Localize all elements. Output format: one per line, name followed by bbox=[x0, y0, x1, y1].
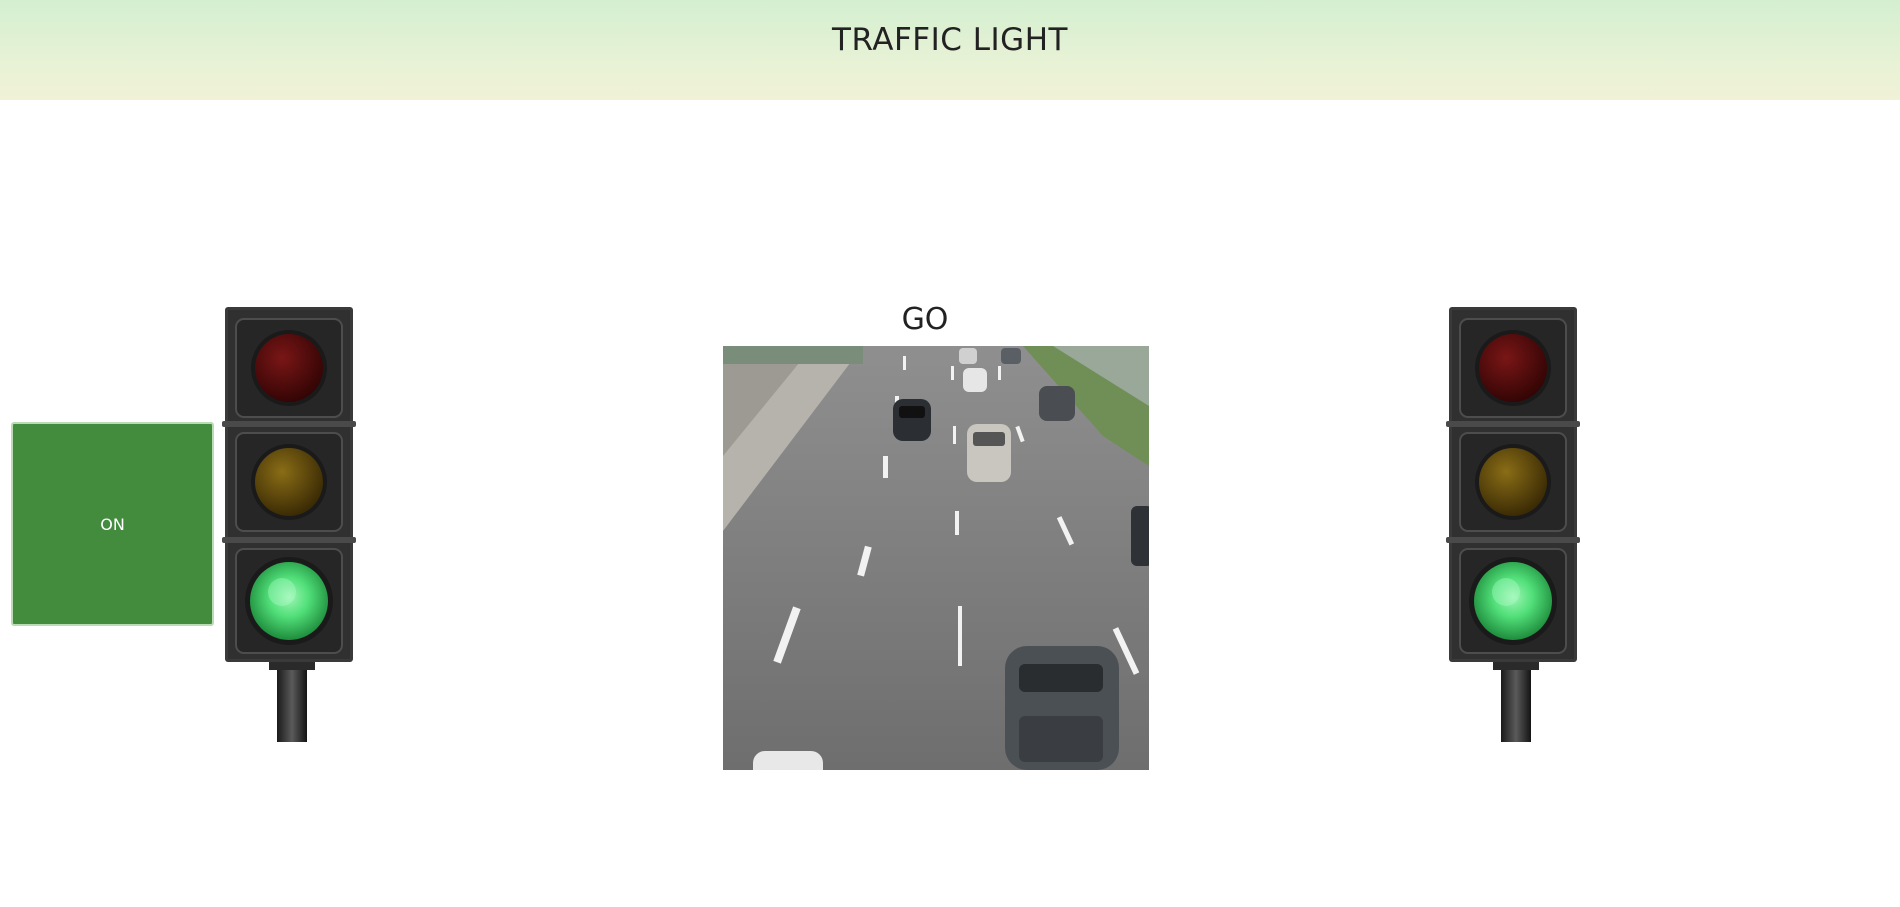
page-title: TRAFFIC LIGHT bbox=[832, 22, 1068, 58]
status-label: GO bbox=[901, 302, 949, 337]
on-toggle-button[interactable]: ON bbox=[11, 422, 214, 626]
road-scene-image bbox=[723, 346, 1149, 770]
traffic-light-right-icon bbox=[1446, 307, 1580, 742]
traffic-light-left-icon bbox=[222, 307, 356, 742]
header-bar: TRAFFIC LIGHT bbox=[0, 0, 1900, 100]
